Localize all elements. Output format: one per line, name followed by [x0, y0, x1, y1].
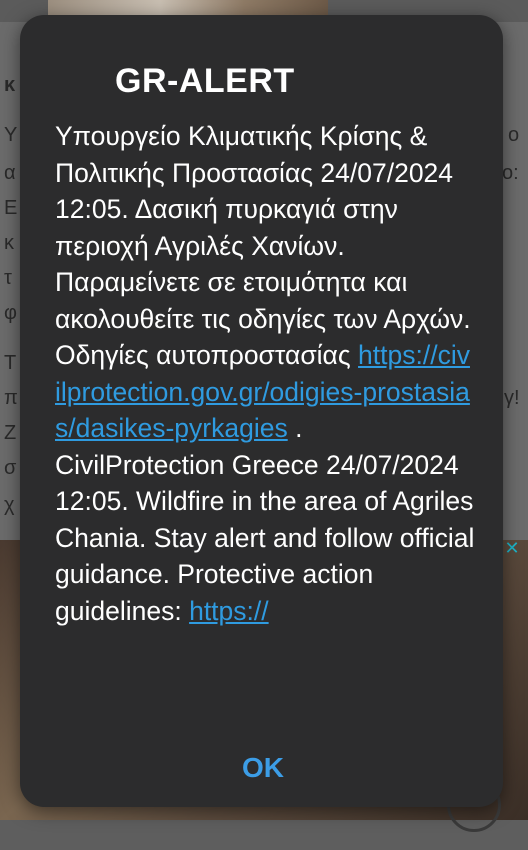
background-letter: κ	[4, 74, 16, 96]
background-letter: σ	[4, 457, 17, 479]
background-letter: τ	[4, 267, 12, 289]
background-letter: Ζ	[4, 422, 17, 444]
background-letter: χ	[4, 494, 15, 516]
ok-button[interactable]: OK	[242, 752, 284, 784]
background-letter: γ!	[504, 387, 520, 409]
background-letter: ο:	[502, 162, 519, 184]
background-bottom-strip	[0, 820, 528, 850]
background-letter: Υ	[4, 124, 18, 146]
background-letter: κ	[4, 232, 14, 254]
alert-title: GR-ALERT	[115, 62, 295, 100]
alert-message-english: . CivilProtection Greece 24/07/2024 12:0…	[55, 413, 475, 626]
background-letter: Τ	[4, 352, 17, 374]
background-letter: φ	[4, 302, 17, 324]
background-letter: ο	[508, 124, 520, 146]
background-letter: Ε	[4, 197, 18, 219]
emergency-alert-dialog: GR-ALERT Υπουργείο Κλιματικής Κρίσης & Π…	[20, 15, 503, 807]
alert-message-greek: Υπουργείο Κλιματικής Κρίσης & Πολιτικής …	[55, 121, 471, 370]
background-letter: α	[4, 162, 16, 184]
background-letter: π	[4, 387, 18, 409]
close-icon[interactable]: ✕	[504, 539, 520, 557]
alert-message: Υπουργείο Κλιματικής Κρίσης & Πολιτικής …	[55, 118, 475, 720]
alert-link-english[interactable]: https://	[189, 596, 269, 626]
